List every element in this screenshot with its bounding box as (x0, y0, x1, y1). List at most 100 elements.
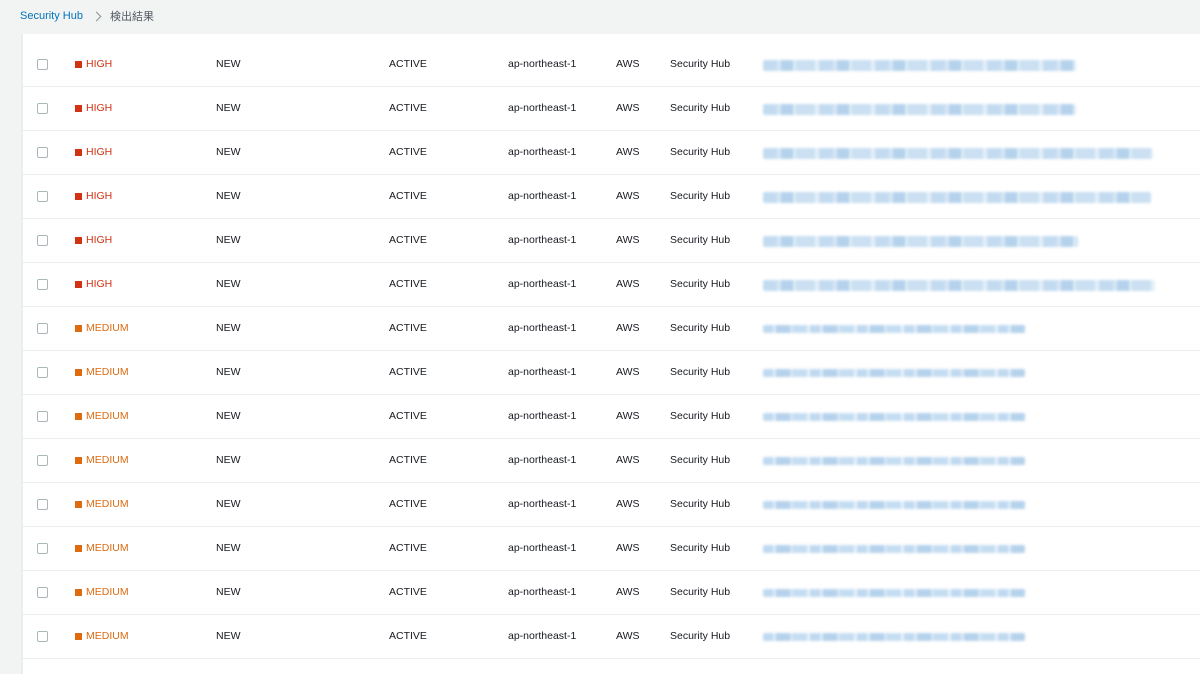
table-row[interactable]: HIGH NEW ACTIVE ap-northeast-1 AWS Security H… (23, 175, 1200, 219)
workflow-status-cell: NEW (216, 542, 241, 554)
account-cell: AWS (616, 366, 640, 378)
table-row[interactable]: MEDIUM NEW ACTIVE ap-northeast-1 AWS Security… (23, 615, 1200, 659)
redacted-title-link[interactable] (763, 457, 1025, 465)
severity-label: HIGH (75, 263, 112, 306)
severity-square-icon (75, 325, 82, 332)
table-row[interactable]: HIGH NEW ACTIVE ap-northeast-1 AWS Security H… (23, 87, 1200, 131)
row-select-checkbox[interactable] (37, 543, 48, 554)
redacted-title-link[interactable] (763, 589, 1025, 597)
row-select-checkbox[interactable] (37, 59, 48, 70)
row-select-checkbox[interactable] (37, 103, 48, 114)
region-cell: ap-northeast-1 (508, 278, 577, 290)
table-row[interactable]: HIGH NEW ACTIVE ap-northeast-1 AWS Security H… (23, 219, 1200, 263)
record-state-cell: ACTIVE (389, 190, 427, 202)
redacted-title-link[interactable] (763, 60, 1076, 71)
severity-square-icon (75, 633, 82, 640)
workflow-status-cell: NEW (216, 234, 241, 246)
record-state-cell: ACTIVE (389, 630, 427, 642)
table-row[interactable]: HIGH NEW ACTIVE ap-northeast-1 AWS Security H… (23, 263, 1200, 307)
severity-square-icon (75, 193, 82, 200)
findings-table: HIGH NEW ACTIVE ap-northeast-1 AWS Security H… (22, 34, 1200, 674)
severity-text: HIGH (86, 58, 113, 70)
severity-text: HIGH (86, 102, 113, 114)
record-state-cell: ACTIVE (389, 586, 427, 598)
row-select-checkbox[interactable] (37, 631, 48, 642)
row-select-checkbox[interactable] (37, 279, 48, 290)
severity-label: MEDIUM (75, 351, 129, 394)
table-row[interactable]: MEDIUM NEW ACTIVE ap-northeast-1 AWS Security… (23, 439, 1200, 483)
product-name-cell: Security Hub (670, 278, 731, 290)
severity-text: MEDIUM (86, 454, 129, 466)
redacted-title-link[interactable] (763, 104, 1076, 115)
severity-label: HIGH (75, 87, 112, 130)
region-cell: ap-northeast-1 (508, 366, 577, 378)
severity-text: HIGH (86, 234, 113, 246)
redacted-title-link[interactable] (763, 192, 1151, 203)
table-row[interactable]: MEDIUM NEW ACTIVE ap-northeast-1 AWS Security… (23, 351, 1200, 395)
row-select-checkbox[interactable] (37, 147, 48, 158)
table-row[interactable]: MEDIUM NEW ACTIVE ap-northeast-1 AWS Security… (23, 571, 1200, 615)
record-state-cell: ACTIVE (389, 366, 427, 378)
workflow-status-cell: NEW (216, 586, 241, 598)
redacted-title-link[interactable] (763, 280, 1155, 291)
table-row[interactable]: MEDIUM NEW ACTIVE ap-northeast-1 AWS Security… (23, 527, 1200, 571)
row-select-checkbox[interactable] (37, 455, 48, 466)
table-row[interactable]: MEDIUM NEW ACTIVE ap-northeast-1 AWS Security… (23, 307, 1200, 351)
row-select-checkbox[interactable] (37, 499, 48, 510)
row-select-checkbox[interactable] (37, 411, 48, 422)
record-state-cell: ACTIVE (389, 454, 427, 466)
row-select-checkbox[interactable] (37, 587, 48, 598)
account-cell: AWS (616, 410, 640, 422)
redacted-title-link[interactable] (763, 369, 1025, 377)
table-row[interactable]: MEDIUM NEW ACTIVE ap-northeast-1 AWS Security… (23, 395, 1200, 439)
redacted-title-link[interactable] (763, 545, 1025, 553)
redacted-title-link[interactable] (763, 633, 1025, 641)
record-state-cell: ACTIVE (389, 410, 427, 422)
region-cell: ap-northeast-1 (508, 542, 577, 554)
breadcrumb-security-hub-link[interactable]: Security Hub (20, 10, 83, 22)
row-select-checkbox[interactable] (37, 323, 48, 334)
region-cell: ap-northeast-1 (508, 146, 577, 158)
table-row[interactable]: MEDIUM NEW ACTIVE ap-northeast-1 AWS Security… (23, 483, 1200, 527)
severity-square-icon (75, 149, 82, 156)
severity-text: HIGH (86, 190, 113, 202)
workflow-status-cell: NEW (216, 146, 241, 158)
account-cell: AWS (616, 102, 640, 114)
workflow-status-cell: NEW (216, 366, 241, 378)
redacted-title-link[interactable] (763, 236, 1078, 247)
severity-text: HIGH (86, 278, 113, 290)
row-select-checkbox[interactable] (37, 367, 48, 378)
redacted-title-link[interactable] (763, 148, 1153, 159)
severity-text: MEDIUM (86, 542, 129, 554)
breadcrumb-current: 検出結果 (109, 11, 154, 23)
account-cell: AWS (616, 146, 640, 158)
severity-square-icon (75, 61, 82, 68)
breadcrumb: Security Hub 検出結果 (20, 0, 154, 32)
product-name-cell: Security Hub (670, 146, 731, 158)
product-name-cell: Security Hub (670, 586, 731, 598)
severity-label: HIGH (75, 219, 112, 262)
region-cell: ap-northeast-1 (508, 102, 577, 114)
row-select-checkbox[interactable] (37, 235, 48, 246)
severity-label: MEDIUM (75, 439, 129, 482)
workflow-status-cell: NEW (216, 190, 241, 202)
region-cell: ap-northeast-1 (508, 630, 577, 642)
severity-square-icon (75, 501, 82, 508)
table-row[interactable]: HIGH NEW ACTIVE ap-northeast-1 AWS Security H… (23, 131, 1200, 175)
severity-label: MEDIUM (75, 395, 129, 438)
severity-square-icon (75, 457, 82, 464)
severity-label: HIGH (75, 43, 112, 86)
workflow-status-cell: NEW (216, 454, 241, 466)
redacted-title-link[interactable] (763, 325, 1025, 333)
severity-label: HIGH (75, 175, 112, 218)
severity-square-icon (75, 237, 82, 244)
region-cell: ap-northeast-1 (508, 322, 577, 334)
redacted-title-link[interactable] (763, 413, 1025, 421)
account-cell: AWS (616, 234, 640, 246)
row-select-checkbox[interactable] (37, 191, 48, 202)
severity-label: MEDIUM (75, 307, 129, 350)
redacted-title-link[interactable] (763, 501, 1025, 509)
table-row[interactable]: HIGH NEW ACTIVE ap-northeast-1 AWS Security H… (23, 43, 1200, 87)
severity-square-icon (75, 589, 82, 596)
severity-text: MEDIUM (86, 366, 129, 378)
